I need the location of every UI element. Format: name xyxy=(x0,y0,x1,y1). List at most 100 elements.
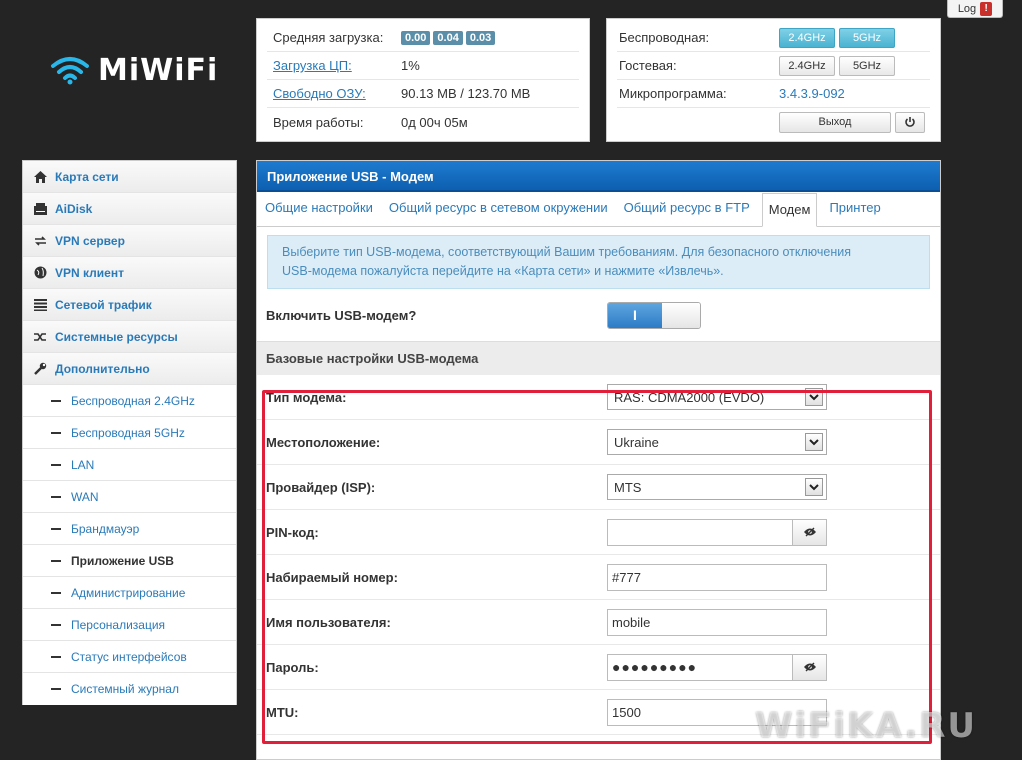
location-select[interactable]: Ukraine xyxy=(607,429,827,455)
tab-ftp[interactable]: Общий ресурс в FTP xyxy=(620,192,754,226)
guest-row: Гостевая: 2.4GHz 5GHz xyxy=(617,52,930,80)
location-label: Местоположение: xyxy=(266,434,381,450)
sidebar-sub-interface-status[interactable]: Статус интерфейсов xyxy=(23,641,236,673)
watermark: WiFiKA.RU xyxy=(755,706,978,746)
sidebar-item-network-map[interactable]: Карта сети xyxy=(23,161,236,193)
dash-icon xyxy=(51,431,61,434)
exit-row: Выход xyxy=(617,108,930,136)
sidebar-item-aidisk[interactable]: AiDisk xyxy=(23,193,236,225)
pin-input[interactable] xyxy=(607,518,793,546)
sidebar-menu: Карта сети AiDisk VPN сервер VPN клиент … xyxy=(22,160,237,705)
sidebar-sub-lan[interactable]: LAN xyxy=(23,449,236,481)
sidebar-item-vpn-server[interactable]: VPN сервер xyxy=(23,225,236,257)
vpn-server-icon xyxy=(33,234,47,248)
disk-icon xyxy=(33,202,47,216)
sidebar-item-label: Дополнительно xyxy=(55,361,150,376)
sidebar-sub-usb-app[interactable]: Приложение USB xyxy=(23,545,236,577)
wrench-icon xyxy=(33,362,47,376)
enable-modem-row: Включить USB-модем? I xyxy=(257,289,940,341)
chevron-down-icon xyxy=(805,388,823,406)
log-label: Log xyxy=(957,2,977,15)
dash-icon xyxy=(51,688,61,690)
firmware-label: Микропрограмма: xyxy=(619,86,727,101)
sidebar-sub-administration[interactable]: Администрирование xyxy=(23,577,236,609)
globe-icon xyxy=(33,266,47,280)
modem-type-select[interactable]: RAS: CDMA2000 (EVDO) xyxy=(607,384,827,410)
load-5min: 0.04 xyxy=(433,30,463,45)
sidebar-sub-firewall[interactable]: Брандмауэр xyxy=(23,513,236,545)
wireless-row: Беспроводная: 2.4GHz 5GHz xyxy=(617,24,930,52)
alert-line-2: USB-модема пожалуйста перейдите на «Карт… xyxy=(282,264,724,278)
page-title: Приложение USB - Модем xyxy=(257,161,940,192)
sidebar-item-label: Системные ресурсы xyxy=(55,329,178,344)
sidebar-item-vpn-client[interactable]: VPN клиент xyxy=(23,257,236,289)
modem-type-row: Тип модема: RAS: CDMA2000 (EVDO) xyxy=(257,375,940,420)
eye-icon xyxy=(803,662,816,672)
firmware-version-link[interactable]: 3.4.3.9-092 xyxy=(779,86,845,101)
sidebar-sub-system-log[interactable]: Системный журнал xyxy=(23,673,236,705)
location-row: Местоположение: Ukraine xyxy=(257,420,940,465)
guest-24ghz-button[interactable]: 2.4GHz xyxy=(779,55,835,76)
sidebar-sub-personalization[interactable]: Персонализация xyxy=(23,609,236,641)
dial-label: Набираемый номер: xyxy=(266,569,398,585)
sidebar-sub-wan[interactable]: WAN xyxy=(23,481,236,513)
traffic-icon xyxy=(33,298,47,312)
isp-value: MTS xyxy=(614,479,642,495)
dash-icon xyxy=(51,591,61,594)
sidebar-item-advanced[interactable]: Дополнительно xyxy=(23,353,236,385)
shuffle-icon xyxy=(33,330,47,344)
isp-row: Провайдер (ISP): MTS xyxy=(257,465,940,510)
wifi-logo-icon xyxy=(51,57,89,85)
dash-icon xyxy=(51,623,61,626)
logout-button[interactable]: Выход xyxy=(779,111,891,133)
sidebar-sub-wireless-5[interactable]: Беспроводная 5GHz xyxy=(23,417,236,449)
uptime-value: 0д 00ч 05м xyxy=(401,114,468,130)
log-button[interactable]: Log ! xyxy=(947,0,1003,18)
mtu-label: MTU: xyxy=(266,704,299,720)
firmware-row: Микропрограмма: 3.4.3.9-092 xyxy=(617,80,930,108)
power-icon xyxy=(905,117,915,127)
logo-text: MiWiFi xyxy=(98,52,219,88)
sidebar-item-label: Сетевой трафик xyxy=(55,297,152,312)
tab-modem[interactable]: Модем xyxy=(761,193,818,227)
username-label: Имя пользователя: xyxy=(266,614,391,630)
sidebar-item-label: AiDisk xyxy=(55,201,93,216)
username-input[interactable]: mobile xyxy=(607,608,827,636)
ram-link[interactable]: Свободно ОЗУ: xyxy=(267,86,401,101)
eye-icon xyxy=(803,527,816,537)
wireless-status-panel: Беспроводная: 2.4GHz 5GHz Гостевая: 2.4G… xyxy=(606,18,941,142)
cpu-link[interactable]: Загрузка ЦП: xyxy=(267,58,401,73)
show-pin-button[interactable] xyxy=(793,518,827,546)
chevron-down-icon xyxy=(805,433,823,451)
tab-samba[interactable]: Общий ресурс в сетевом окружении xyxy=(385,192,612,226)
guest-5ghz-button[interactable]: 5GHz xyxy=(839,55,895,76)
dial-row: Набираемый номер: #777 xyxy=(257,555,940,600)
show-password-button[interactable] xyxy=(793,653,827,681)
load-label: Средняя загрузка: xyxy=(273,30,384,45)
dash-icon xyxy=(51,399,61,402)
sidebar-sub-wireless-24[interactable]: Беспроводная 2.4GHz xyxy=(23,385,236,417)
isp-label: Провайдер (ISP): xyxy=(266,479,376,495)
sidebar-item-system-resources[interactable]: Системные ресурсы xyxy=(23,321,236,353)
dial-number-input[interactable]: #777 xyxy=(607,563,827,591)
password-input[interactable]: ●●●●●●●●● xyxy=(607,653,793,681)
tab-printer[interactable]: Принтер xyxy=(825,192,884,226)
isp-select[interactable]: MTS xyxy=(607,474,827,500)
wireless-label: Беспроводная: xyxy=(619,30,710,45)
enable-modem-label: Включить USB-модем? xyxy=(266,307,417,323)
cpu-row: Загрузка ЦП: 1% xyxy=(267,52,579,80)
reboot-button[interactable] xyxy=(895,111,925,133)
wireless-5ghz-button[interactable]: 5GHz xyxy=(839,27,895,48)
sidebar-item-label: VPN сервер xyxy=(55,233,125,248)
modem-type-value: RAS: CDMA2000 (EVDO) xyxy=(614,389,765,405)
sidebar-item-label: Карта сети xyxy=(55,169,119,184)
chevron-down-icon xyxy=(805,478,823,496)
dash-icon xyxy=(51,495,61,498)
dash-icon xyxy=(51,655,61,658)
enable-modem-switch[interactable]: I xyxy=(607,301,701,329)
username-row: Имя пользователя: mobile xyxy=(257,600,940,645)
sidebar-item-traffic[interactable]: Сетевой трафик xyxy=(23,289,236,321)
uptime-label: Время работы: xyxy=(273,114,364,130)
tab-general[interactable]: Общие настройки xyxy=(261,192,377,226)
wireless-24ghz-button[interactable]: 2.4GHz xyxy=(779,27,835,48)
